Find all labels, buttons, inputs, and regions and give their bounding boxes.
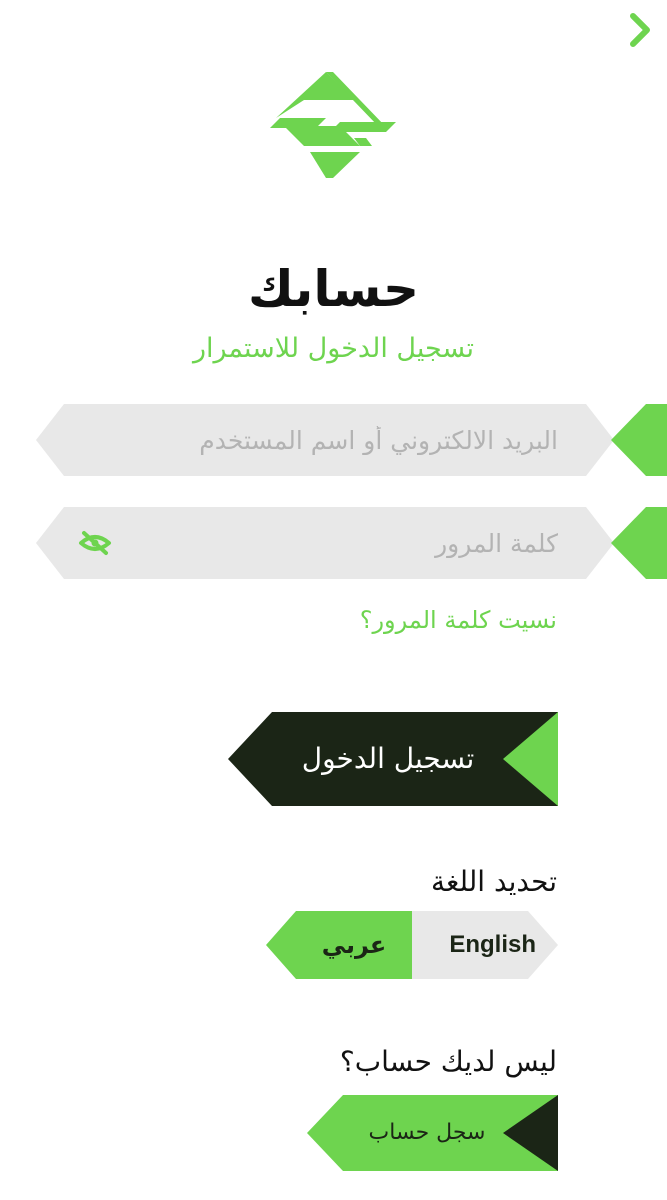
language-heading: تحديد اللغة — [430, 865, 557, 898]
page-title: حسابك — [247, 260, 420, 318]
password-field — [36, 507, 667, 579]
password-field-accent — [611, 507, 667, 579]
password-input[interactable] — [76, 507, 558, 579]
brand-logo-icon — [270, 72, 396, 178]
language-option-arabic[interactable]: عربي — [266, 911, 412, 979]
login-button-label: تسجيل الدخول — [301, 742, 475, 775]
language-option-english[interactable]: English — [412, 911, 558, 979]
language-option-english-label: English — [449, 931, 536, 958]
register-button[interactable]: سجل حساب — [307, 1095, 558, 1171]
eye-slash-icon[interactable] — [78, 529, 112, 557]
forgot-password-link[interactable]: نسيت كلمة المرور؟ — [360, 600, 557, 640]
username-field — [36, 404, 667, 476]
login-button[interactable]: تسجيل الدخول — [228, 712, 558, 806]
language-option-arabic-label: عربي — [321, 931, 387, 959]
page-subtitle: تسجيل الدخول للاستمرار — [192, 333, 475, 364]
register-button-label: سجل حساب — [368, 1120, 486, 1145]
language-toggle: عربي English — [266, 911, 558, 979]
username-input[interactable] — [76, 404, 558, 476]
chevron-right-icon[interactable] — [627, 10, 653, 50]
username-field-accent — [611, 404, 667, 476]
no-account-heading: ليس لديك حساب؟ — [339, 1045, 557, 1078]
